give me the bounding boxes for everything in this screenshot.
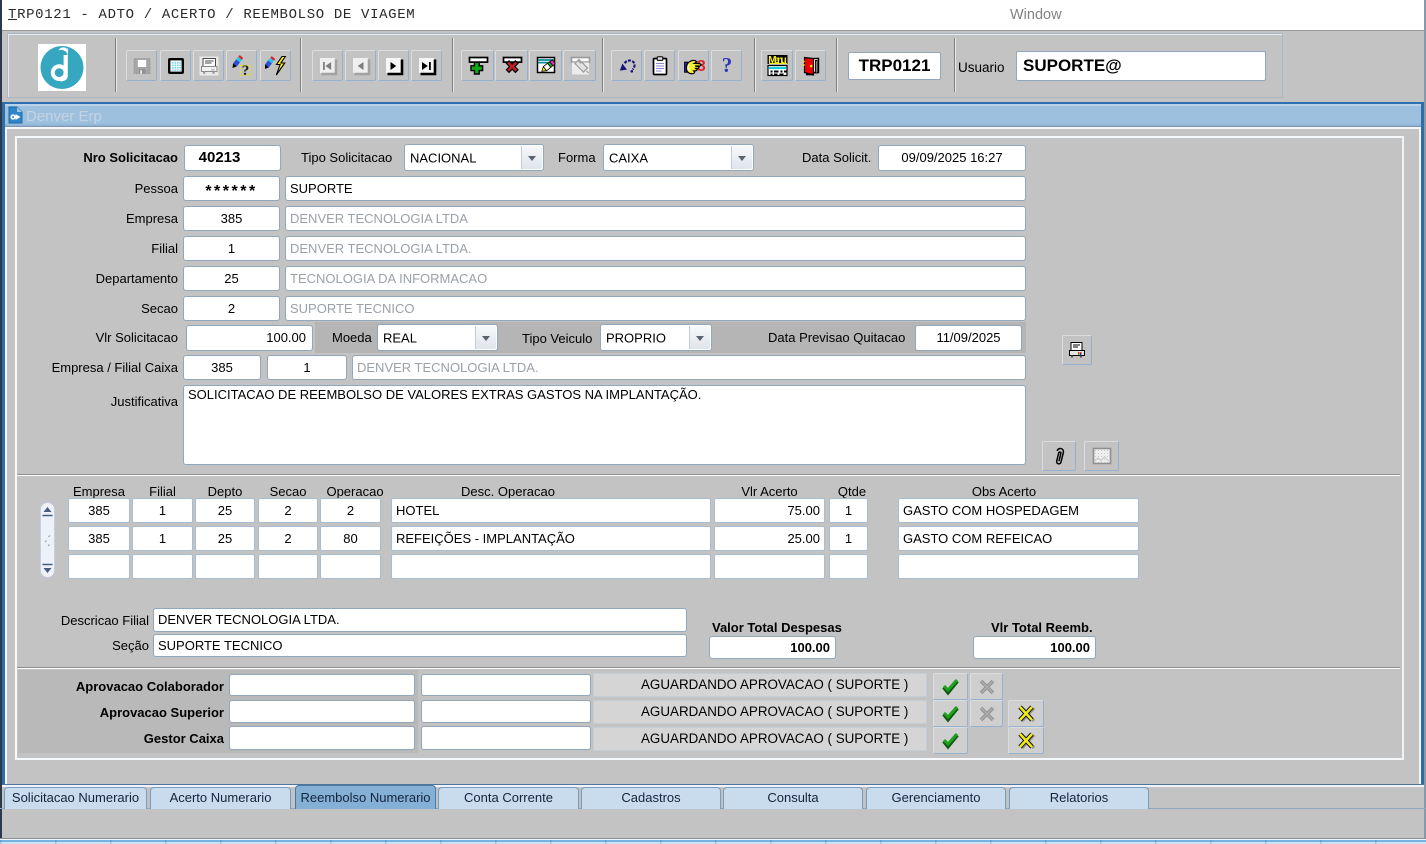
svg-text:?: ? (721, 55, 732, 77)
svg-text:Menu: Menu (768, 55, 787, 66)
svg-text:?: ? (241, 62, 249, 76)
